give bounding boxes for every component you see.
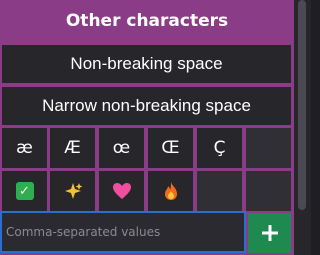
pink-heart-icon bbox=[112, 183, 131, 199]
char-button-OE[interactable]: Œ bbox=[148, 128, 193, 168]
emoji-check-mark-button[interactable]: ✓ bbox=[2, 171, 47, 211]
sparkles-icon bbox=[64, 183, 82, 199]
other-characters-panel: Other characters Non-breaking space Narr… bbox=[0, 0, 294, 255]
char-button-AE[interactable]: Æ bbox=[50, 128, 95, 168]
emoji-fire-button[interactable] bbox=[148, 171, 193, 211]
comma-separated-values-input[interactable] bbox=[0, 211, 246, 253]
empty-cell bbox=[246, 171, 291, 211]
panel-title: Other characters bbox=[65, 11, 229, 31]
scrollbar[interactable] bbox=[294, 0, 311, 255]
char-button-oe[interactable]: œ bbox=[99, 128, 144, 168]
narrow-non-breaking-space-button[interactable]: Narrow non-breaking space bbox=[2, 87, 291, 125]
fire-icon bbox=[164, 182, 177, 200]
add-button[interactable] bbox=[248, 213, 291, 253]
plus-icon bbox=[261, 225, 278, 241]
char-button-ae[interactable]: æ bbox=[2, 128, 47, 168]
scrollbar-thumb[interactable] bbox=[298, 0, 306, 210]
char-button-C-cedilla[interactable]: Ç bbox=[197, 128, 242, 168]
empty-cell bbox=[197, 171, 242, 211]
check-mark-icon: ✓ bbox=[15, 182, 34, 200]
emoji-sparkles-button[interactable] bbox=[50, 171, 95, 211]
emoji-pink-heart-button[interactable] bbox=[99, 171, 144, 211]
non-breaking-space-button[interactable]: Non-breaking space bbox=[2, 45, 291, 83]
empty-cell bbox=[246, 128, 291, 168]
